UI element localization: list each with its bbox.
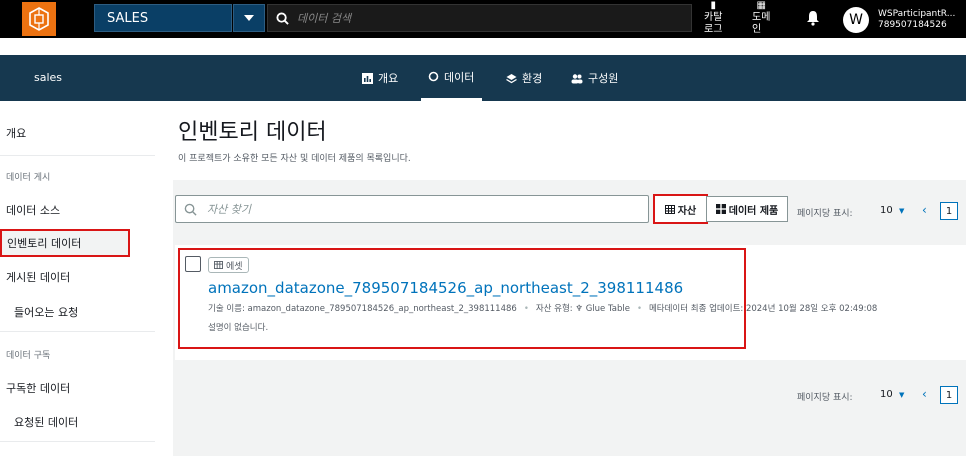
sidebar-item-incoming[interactable]: 들어오는 요청 xyxy=(14,304,78,320)
asset-search-input[interactable]: 자산 찾기 xyxy=(175,195,649,223)
asset-last-updated: 메타데이터 최종 업데이트: 2024년 10월 28일 오후 02:49:08 xyxy=(648,304,878,314)
user-account-id: 789507184526 xyxy=(878,20,947,30)
asset-search-placeholder: 자산 찾기 xyxy=(207,203,251,216)
search-icon xyxy=(184,203,197,216)
catalog-link[interactable]: ▮ 카탈 로그 xyxy=(704,0,722,36)
asset-type-badge: 에셋 xyxy=(208,257,249,273)
tab-data-label: 데이터 xyxy=(444,70,475,84)
asset-select-checkbox[interactable] xyxy=(185,256,201,272)
global-search-input[interactable]: 데이터 검색 xyxy=(267,4,692,32)
catalog-label-1: 카탈 xyxy=(704,12,723,23)
tab-environment[interactable]: 환경 xyxy=(506,55,542,101)
layers-icon xyxy=(506,73,517,83)
sidebar-item-inventory[interactable]: 인벤토리 데이터 xyxy=(0,229,130,257)
asset-card-highlight xyxy=(178,248,746,349)
asset-type-badge-label: 에셋 xyxy=(226,261,243,272)
sidebar-divider xyxy=(0,331,155,332)
caret-down-icon xyxy=(244,15,254,21)
bell-icon xyxy=(807,11,819,26)
asset-metadata: 기술 이름: amazon_datazone_789507184526_ap_n… xyxy=(208,302,877,314)
tab-data[interactable]: 데이터 xyxy=(421,55,483,101)
asset-description: 설명이 없습니다. xyxy=(208,323,269,333)
sidebar-divider xyxy=(0,441,155,442)
tab-overview-label: 개요 xyxy=(378,72,399,85)
sidebar-item-published[interactable]: 게시된 데이터 xyxy=(6,269,70,285)
page-number-button-bottom[interactable]: 1 xyxy=(940,386,958,404)
user-menu[interactable]: WSParticipantR... 789507184526 xyxy=(878,9,964,31)
project-dropdown-button[interactable] xyxy=(233,4,265,32)
per-page-label: 페이지당 표시: xyxy=(797,209,853,219)
project-nav-bar: sales 개요 데이터 환경 구성원 xyxy=(0,55,966,101)
project-name: sales xyxy=(34,71,63,84)
sidebar-item-requested[interactable]: 요청된 데이터 xyxy=(14,414,78,430)
domain-label-1: 도메 xyxy=(752,12,771,23)
tab-overview[interactable]: 개요 xyxy=(362,55,398,101)
asset-title-link[interactable]: amazon_datazone_789507184526_ap_northeas… xyxy=(208,279,683,297)
user-avatar[interactable]: W xyxy=(843,7,869,33)
catalog-label-2: 로그 xyxy=(704,24,723,35)
caret-down-icon[interactable]: ▼ xyxy=(899,391,904,399)
sidebar-item-subscribed[interactable]: 구독한 데이터 xyxy=(6,380,70,396)
sidebar-section-subscribe: 데이터 구독 xyxy=(6,351,51,361)
caret-down-icon[interactable]: ▼ xyxy=(899,207,904,215)
domain-link[interactable]: ▦ 도메 인 xyxy=(752,0,770,36)
user-name: WSParticipantR... xyxy=(878,9,956,19)
building-icon: ▦ xyxy=(756,0,766,11)
page-number-button[interactable]: 1 xyxy=(940,202,958,220)
toggle-assets-button[interactable]: 자산 xyxy=(653,194,708,224)
table-icon xyxy=(664,204,675,214)
per-page-label-bottom: 페이지당 표시: xyxy=(797,393,853,403)
separator: • xyxy=(636,304,642,314)
separator: • xyxy=(523,304,529,314)
tab-members[interactable]: 구성원 xyxy=(571,55,618,101)
sidebar-item-inventory-label: 인벤토리 데이터 xyxy=(7,237,82,250)
sidebar-section-publish: 데이터 게시 xyxy=(6,173,51,183)
page-description: 이 프로젝트가 소유한 모든 자산 및 데이터 제품의 목록입니다. xyxy=(178,154,411,164)
toggle-data-products-button[interactable]: 데이터 제품 xyxy=(706,196,788,222)
per-page-select[interactable]: 10 xyxy=(880,205,893,216)
previous-page-button-bottom[interactable]: ‹ xyxy=(922,387,927,401)
asset-technical-name: 기술 이름: amazon_datazone_789507184526_ap_n… xyxy=(208,304,517,314)
sidebar-divider xyxy=(0,155,155,156)
global-search-placeholder: 데이터 검색 xyxy=(297,12,352,25)
sidebar: 개요 데이터 게시 데이터 소스 인벤토리 데이터 게시된 데이터 들어오는 요… xyxy=(0,101,155,456)
datazone-logo[interactable] xyxy=(0,0,77,38)
notifications-button[interactable] xyxy=(806,10,820,30)
sidebar-item-overview[interactable]: 개요 xyxy=(6,125,26,141)
toggle-assets-label: 자산 xyxy=(677,205,697,217)
previous-page-button[interactable]: ‹ xyxy=(922,203,927,217)
chart-icon xyxy=(362,72,373,84)
domain-label-2: 인 xyxy=(752,24,762,35)
tab-environment-label: 환경 xyxy=(522,72,543,85)
book-icon: ▮ xyxy=(710,0,716,11)
table-icon xyxy=(214,261,223,269)
grid-icon xyxy=(715,204,726,214)
page-title: 인벤토리 데이터 xyxy=(178,120,327,145)
logo-icon xyxy=(21,2,56,36)
tab-members-label: 구성원 xyxy=(588,72,619,85)
refresh-icon xyxy=(428,71,439,82)
users-icon xyxy=(571,73,583,83)
toggle-data-products-label: 데이터 제품 xyxy=(728,205,779,217)
asset-type: 자산 유형: ♆ Glue Table xyxy=(535,304,630,314)
per-page-select-bottom[interactable]: 10 xyxy=(880,389,893,400)
project-selector[interactable]: SALES xyxy=(94,4,232,32)
sidebar-item-data-sources[interactable]: 데이터 소스 xyxy=(6,202,60,218)
search-icon xyxy=(276,11,289,25)
